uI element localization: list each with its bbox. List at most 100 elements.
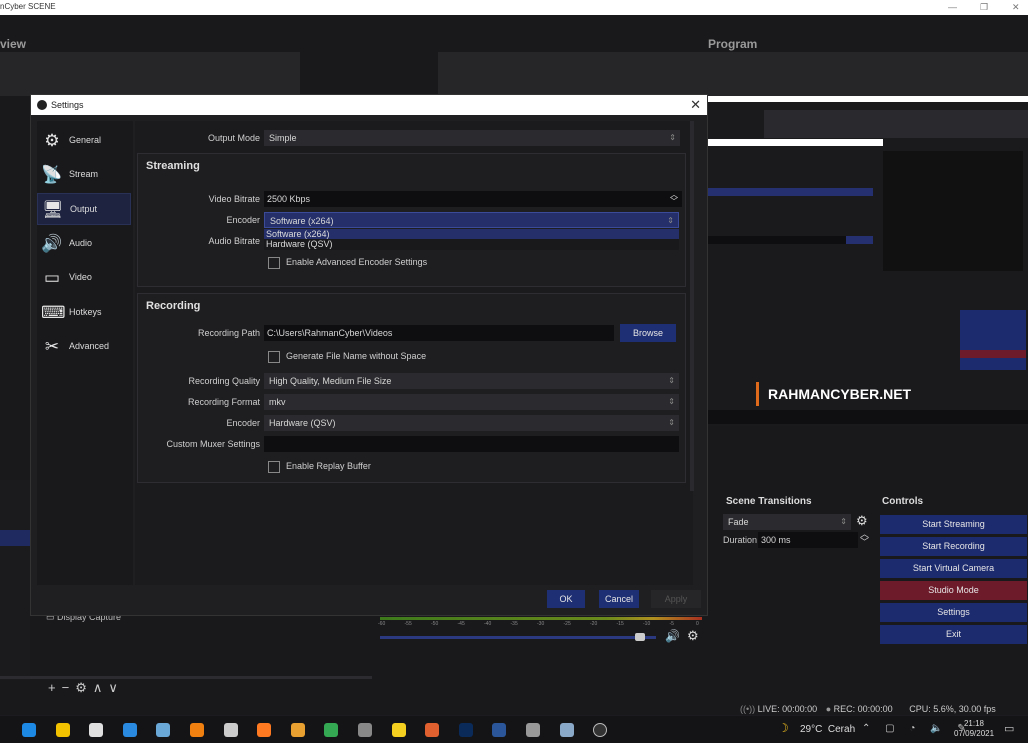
advanced-encoder-checkbox[interactable]: Enable Advanced Encoder Settings xyxy=(268,256,427,270)
weather-icon: ☽ xyxy=(778,721,789,735)
remove-source-icon[interactable]: − xyxy=(62,680,76,695)
taskbar-app-microsoft-store-icon[interactable] xyxy=(89,723,104,737)
meter-tick: -20 xyxy=(590,621,598,627)
speaker-icon: 🔊 xyxy=(41,234,63,253)
taskbar-app-chrome-canary-icon[interactable] xyxy=(425,723,440,737)
taskbar-app-sticky-notes-icon[interactable] xyxy=(391,723,406,737)
browse-button[interactable]: Browse xyxy=(620,324,676,342)
taskbar-app-word-icon[interactable] xyxy=(492,723,507,737)
duration-stepper[interactable]: ︿ ﹀ xyxy=(860,530,869,547)
monitor-icon: ▭ xyxy=(43,268,61,287)
notification-icon[interactable]: ▭ xyxy=(1004,722,1014,735)
cpu-status: CPU: 5.6%, 30.00 fps xyxy=(909,704,996,714)
spinner-icon: ⇕ xyxy=(669,133,676,142)
nav-advanced[interactable]: ✂ Advanced xyxy=(37,331,131,363)
add-source-icon[interactable]: + xyxy=(48,680,62,695)
volume-slider[interactable] xyxy=(380,633,656,641)
scene-item-selected[interactable] xyxy=(0,530,30,546)
live-status: LIVE: 00:00:00 xyxy=(757,704,818,714)
start-virtual-camera-button[interactable]: Start Virtual Camera xyxy=(880,559,1027,578)
taskbar-app-obs-studio-icon[interactable] xyxy=(593,723,608,737)
output-monitor-icon: 🖥 xyxy=(42,200,64,219)
duration-input[interactable]: 300 ms xyxy=(758,532,858,548)
taskbar-app-vlc-icon[interactable] xyxy=(190,723,204,737)
meter-tick: 0 xyxy=(696,621,699,627)
restore-button[interactable]: ❐ xyxy=(980,0,988,14)
meter-tick: -35 xyxy=(510,621,518,627)
start-streaming-button[interactable]: Start Streaming xyxy=(880,515,1027,534)
clock-time: 21:18 xyxy=(963,719,985,728)
meter-tick: -40 xyxy=(484,621,492,627)
nav-audio[interactable]: 🔊 Audio xyxy=(37,228,131,260)
taskbar-app-mail-icon[interactable] xyxy=(122,723,137,737)
start-recording-button[interactable]: Start Recording xyxy=(880,537,1027,556)
output-mode-select[interactable]: Simple ⇕ xyxy=(264,130,680,146)
weather-text[interactable]: 29°C Cerah xyxy=(800,724,855,735)
exit-button[interactable]: Exit xyxy=(880,625,1027,644)
recording-group: Recording Recording Path C:\Users\Rahman… xyxy=(137,293,686,483)
replay-buffer-checkbox[interactable]: Enable Replay Buffer xyxy=(268,460,371,474)
recording-encoder-select[interactable]: Hardware (QSV) ⇕ xyxy=(264,415,679,431)
taskbar-app-photoshop-icon[interactable] xyxy=(458,723,473,737)
taskbar-app-firefox-icon[interactable] xyxy=(257,723,272,737)
bitrate-stepper[interactable]: ︿ ﹀ xyxy=(670,191,678,206)
recording-format-select[interactable]: mkv ⇕ xyxy=(264,394,679,410)
controls-title: Controls xyxy=(882,496,924,507)
move-up-icon[interactable]: ∧ xyxy=(93,680,109,695)
meter-tick: -25 xyxy=(563,621,571,627)
scenes-panel xyxy=(0,480,30,680)
taskbar-app-calendar-icon[interactable] xyxy=(223,723,238,737)
transition-gear-icon[interactable]: ⚙ xyxy=(856,513,868,529)
nav-stream[interactable]: 📡 Stream xyxy=(37,159,131,191)
encoder-option[interactable]: Software (x264) xyxy=(264,229,679,239)
no-space-checkbox[interactable]: Generate File Name without Space xyxy=(268,350,426,364)
program-label: Program xyxy=(708,37,758,51)
volume-slider-handle[interactable] xyxy=(634,633,645,641)
nav-video[interactable]: ▭ Video xyxy=(37,262,131,294)
speaker-icon[interactable]: 🔊 xyxy=(665,629,680,643)
settings-title: Settings xyxy=(51,100,84,110)
taskbar-app-calculator-icon[interactable] xyxy=(559,723,574,737)
output-mode-label: Output Mode xyxy=(207,133,260,143)
recording-path-input[interactable]: C:\Users\RahmanCyber\Videos xyxy=(264,325,614,341)
preview-label: view xyxy=(0,37,27,51)
spinner-icon: ⇕ xyxy=(668,376,675,385)
meter-tick: -5 xyxy=(669,621,674,627)
taskbar-app-notepad-icon[interactable] xyxy=(156,723,171,737)
tools-icon: ✂ xyxy=(44,337,60,356)
stream-encoder-select[interactable]: Software (x264) ⇕ xyxy=(264,212,679,228)
close-dialog-button[interactable]: ✕ xyxy=(690,95,701,115)
ok-button[interactable]: OK xyxy=(547,590,585,608)
taskbar-app-file-explorer-icon[interactable] xyxy=(55,723,70,737)
minimize-button[interactable]: — xyxy=(948,0,957,14)
close-window-button[interactable]: ✕ xyxy=(1012,0,1020,14)
taskbar-app-edge-icon[interactable] xyxy=(22,723,36,737)
nav-general[interactable]: ⚙ General xyxy=(37,125,131,157)
settings-button[interactable]: Settings xyxy=(880,603,1027,622)
recording-quality-select[interactable]: High Quality, Medium File Size ⇕ xyxy=(264,373,679,389)
windows-taskbar: ☽ 29°C Cerah ⌃ ▢ ◔ 🔈 ✎ 21:18 07/09/2021 … xyxy=(0,716,1028,743)
taskbar-app-app-icon[interactable] xyxy=(526,723,540,737)
content-scrollbar[interactable] xyxy=(690,121,694,491)
studio-mode-button[interactable]: Studio Mode xyxy=(880,581,1027,600)
apply-button[interactable]: Apply xyxy=(651,590,701,608)
taskbar-app-chrome-icon[interactable] xyxy=(324,723,339,737)
streaming-title: Streaming xyxy=(146,160,200,172)
sources-scrollbar[interactable] xyxy=(0,676,372,679)
source-settings-icon[interactable]: ⚙ xyxy=(75,680,93,695)
mixer-gear-icon[interactable]: ⚙ xyxy=(687,628,699,644)
encoder-option[interactable]: Hardware (QSV) xyxy=(264,239,679,249)
clock[interactable]: 21:18 07/09/2021 xyxy=(954,719,994,739)
nav-output[interactable]: 🖥 Output xyxy=(37,193,131,225)
window-title: nCyber SCENE xyxy=(0,2,56,11)
meter-tick: -30 xyxy=(537,621,545,627)
transition-select[interactable]: Fade ⇕ xyxy=(723,514,851,530)
nav-hotkeys[interactable]: ⌨ Hotkeys xyxy=(37,297,131,329)
taskbar-app-snipping-tool-icon[interactable] xyxy=(358,723,372,737)
cancel-button[interactable]: Cancel xyxy=(599,590,639,608)
video-bitrate-input[interactable]: 2500 Kbps ︿ ﹀ xyxy=(264,191,682,207)
move-down-icon[interactable]: ∨ xyxy=(108,680,124,695)
custom-muxer-input[interactable] xyxy=(264,436,679,452)
meter-ticks: -60 -55 -50 -45 -40 -35 -30 -25 -20 -15 -10 -5 0 xyxy=(378,621,704,629)
taskbar-app-media-player-icon[interactable] xyxy=(290,723,305,737)
